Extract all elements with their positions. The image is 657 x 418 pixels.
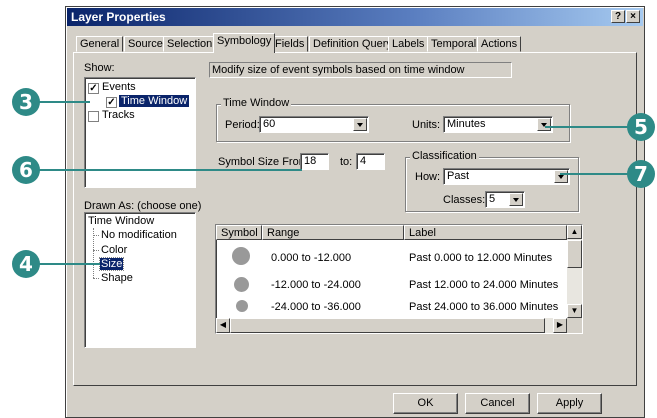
tab-general[interactable]: General: [76, 36, 124, 52]
cancel-button[interactable]: Cancel: [465, 393, 530, 414]
close-button[interactable]: ×: [626, 10, 640, 23]
ok-button[interactable]: OK: [393, 393, 458, 414]
tree-connector: [93, 235, 99, 236]
show-list[interactable]: ✓ Events ✓ Time Window Tracks: [84, 77, 196, 188]
tab-symbology[interactable]: Symbology: [213, 33, 276, 53]
symbol-size-to-label: to:: [340, 156, 353, 168]
callout-3: 3: [12, 88, 40, 116]
symbol-circle-small[interactable]: [236, 300, 248, 312]
tree-item-shape[interactable]: Shape: [101, 272, 133, 284]
title-bar[interactable]: Layer Properties ? ×: [67, 8, 643, 26]
column-header-label[interactable]: Label: [404, 225, 567, 240]
label-cell[interactable]: Past 12.000 to 24.000 Minutes: [409, 279, 558, 291]
drawn-as-label: Drawn As: (choose one): [84, 200, 201, 212]
callout-6-line: [38, 169, 302, 171]
label-cell[interactable]: Past 0.000 to 12.000 Minutes: [409, 252, 552, 264]
scrollbar-corner: [567, 318, 582, 333]
help-button[interactable]: ?: [611, 10, 625, 23]
tree-root-time-window[interactable]: Time Window: [88, 215, 154, 227]
tab-selection[interactable]: Selection: [163, 36, 217, 52]
classes-table[interactable]: Symbol Range Label 0.000 to -12.000 Past…: [215, 224, 583, 334]
range-cell[interactable]: -24.000 to -36.000: [271, 301, 361, 313]
callout-7: 7: [627, 160, 655, 188]
apply-button[interactable]: Apply: [537, 393, 602, 414]
scroll-thumb-horizontal[interactable]: [230, 318, 545, 333]
units-value: Minutes: [447, 118, 486, 130]
chevron-down-icon[interactable]: [554, 170, 568, 183]
classification-group-title: Classification: [410, 150, 479, 162]
window-title: Layer Properties: [71, 10, 166, 24]
tab-temporal[interactable]: Temporal: [427, 36, 481, 52]
scroll-down-icon[interactable]: ▼: [567, 304, 582, 318]
scroll-up-icon[interactable]: ▲: [567, 225, 582, 239]
tree-connector: [93, 250, 99, 251]
scroll-thumb[interactable]: [567, 240, 582, 268]
symbol-size-to-input[interactable]: 4: [356, 153, 385, 170]
callout-7-line: [560, 173, 628, 175]
description-text: Modify size of event symbols based on ti…: [209, 62, 512, 78]
column-header-range[interactable]: Range: [262, 225, 404, 240]
callout-6: 6: [12, 156, 40, 184]
scroll-left-icon[interactable]: ◀: [216, 318, 230, 333]
drawn-as-tree[interactable]: Time Window No modification Color Size S…: [84, 212, 196, 348]
chevron-down-icon[interactable]: [537, 118, 551, 131]
classes-value: 5: [489, 193, 496, 205]
label-cell[interactable]: Past 24.000 to 36.000 Minutes: [409, 301, 558, 313]
events-checkbox[interactable]: ✓: [88, 83, 99, 94]
callout-3-line: [38, 101, 90, 103]
callout-5-line: [545, 126, 628, 128]
time-window-group-title: Time Window: [221, 97, 292, 109]
units-label: Units:: [412, 119, 441, 131]
period-value: 60: [263, 118, 276, 130]
classes-label: Classes:: [443, 194, 486, 206]
tab-actions[interactable]: Actions: [477, 36, 522, 52]
how-label: How:: [415, 171, 441, 183]
chevron-down-icon[interactable]: [353, 118, 367, 131]
how-value: Past: [447, 170, 470, 182]
units-dropdown[interactable]: Minutes: [443, 116, 553, 133]
period-dropdown[interactable]: 60: [259, 116, 369, 133]
vertical-scrollbar[interactable]: ▲ ▼: [567, 225, 582, 318]
how-dropdown[interactable]: Past: [443, 168, 570, 185]
drawn-as-label-text: Drawn As: (choose one): [84, 200, 202, 212]
tree-item-size[interactable]: Size: [98, 257, 125, 271]
symbol-size-from-input[interactable]: 18: [300, 153, 329, 170]
symbol-circle-large[interactable]: [232, 247, 250, 265]
tracks-checkbox[interactable]: [88, 111, 99, 122]
tree-connector: [93, 278, 99, 279]
symbol-size-from-label: Symbol Size From:: [218, 156, 311, 168]
callout-4-line: [38, 263, 100, 265]
range-cell[interactable]: 0.000 to -12.000: [271, 252, 351, 264]
range-cell[interactable]: -12.000 to -24.000: [271, 279, 361, 291]
tracks-label: Tracks: [102, 109, 135, 121]
column-header-symbol[interactable]: Symbol: [216, 225, 262, 240]
tab-labels[interactable]: Labels: [388, 36, 429, 52]
callout-4: 4: [12, 250, 40, 278]
tree-item-no-modification[interactable]: No modification: [101, 229, 177, 241]
callout-5: 5: [627, 113, 655, 141]
time-window-label[interactable]: Time Window: [119, 95, 190, 107]
tab-source[interactable]: Source: [124, 36, 167, 52]
time-window-checkbox[interactable]: ✓: [106, 97, 117, 108]
tab-fields[interactable]: Fields: [271, 36, 309, 52]
chevron-down-icon[interactable]: [509, 193, 523, 206]
show-label: Show:: [84, 62, 115, 74]
period-label: Period:: [225, 119, 260, 131]
tree-item-color[interactable]: Color: [101, 244, 127, 256]
horizontal-scrollbar[interactable]: ◀ ▶: [216, 318, 567, 333]
scroll-right-icon[interactable]: ▶: [553, 318, 567, 333]
events-label: Events: [102, 81, 136, 93]
classes-dropdown[interactable]: 5: [485, 191, 525, 208]
tab-definition-query[interactable]: Definition Query: [309, 36, 396, 52]
symbol-circle-medium[interactable]: [234, 277, 249, 292]
